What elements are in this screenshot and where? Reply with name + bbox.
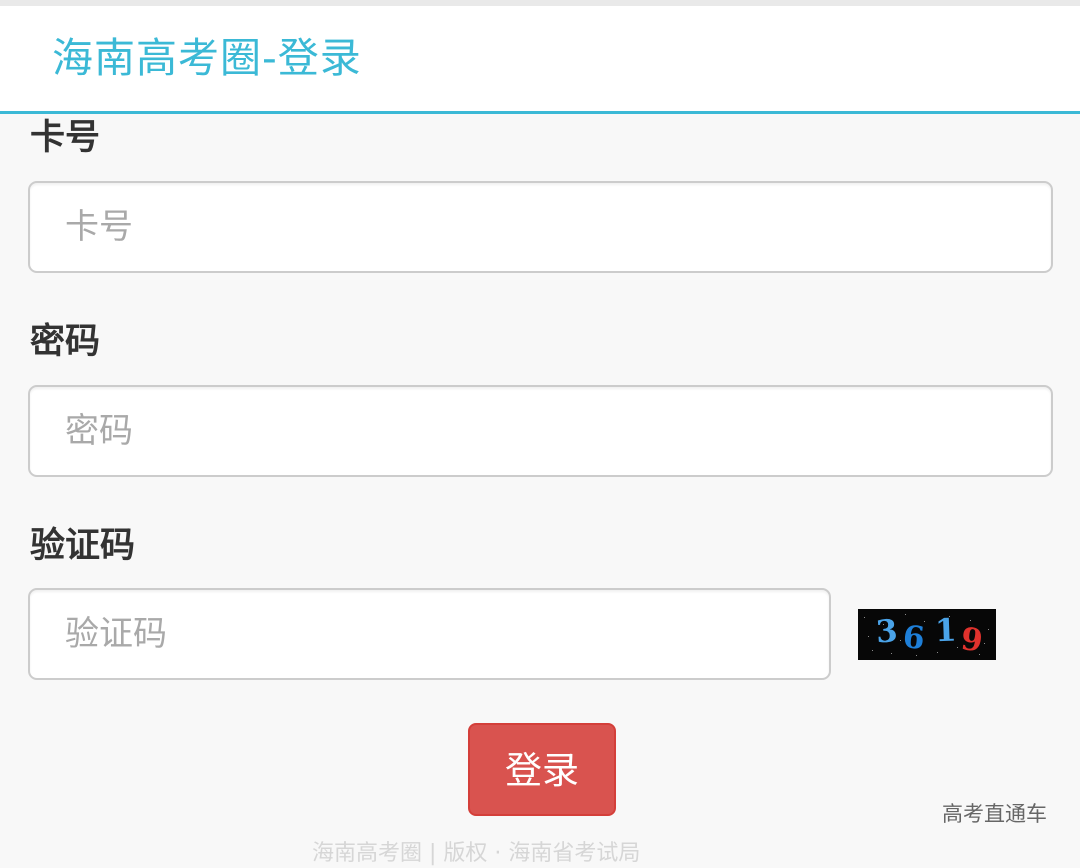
captcha-digit: 6 [901, 619, 926, 657]
page-header: 海南高考圈-登录 [0, 6, 1080, 114]
password-input[interactable] [28, 385, 1053, 477]
captcha-input[interactable] [28, 588, 831, 680]
gaokao-express-link[interactable]: 高考直通车 [942, 800, 1047, 828]
password-label: 密码 [30, 322, 101, 362]
captcha-digit: 9 [959, 621, 985, 659]
page-title: 海南高考圈-登录 [52, 34, 362, 82]
captcha-digit: 3 [875, 613, 899, 650]
card-number-label: 卡号 [30, 118, 101, 158]
footer-copyright: 海南高考圈 | 版权 · 海南省考试局 [312, 841, 641, 866]
card-number-input[interactable] [28, 181, 1053, 273]
captcha-image[interactable]: 3619 [858, 609, 996, 660]
captcha-digit: 1 [934, 613, 957, 650]
captcha-label: 验证码 [30, 526, 136, 566]
login-button[interactable]: 登录 [468, 723, 616, 816]
